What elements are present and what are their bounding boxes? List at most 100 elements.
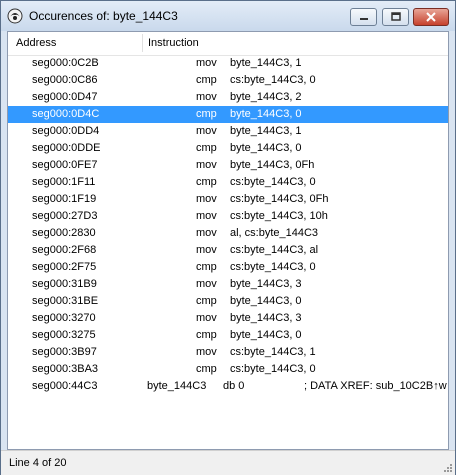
mnemonic-cell: cmp [196, 261, 217, 273]
resize-grip-icon[interactable] [443, 463, 453, 473]
operand-cell: byte_144C3, 0 [230, 295, 302, 307]
operand-cell: byte_144C3, 3 [230, 312, 302, 324]
list-row[interactable]: seg000:3270 mov byte_144C3, 3 [8, 310, 448, 327]
address-cell: seg000:1F11 [32, 176, 96, 188]
mnemonic-cell: cmp [196, 142, 217, 154]
list-row[interactable]: seg000:1F11 cmp cs:byte_144C3, 0 [8, 174, 448, 191]
address-cell: seg000:0C86 [32, 74, 98, 86]
list-row[interactable]: seg000:0DDE cmp byte_144C3, 0 [8, 140, 448, 157]
list-row[interactable]: seg000:31B9 mov byte_144C3, 3 [8, 276, 448, 293]
address-cell: seg000:0C2B [32, 57, 99, 69]
close-icon [426, 12, 436, 22]
list-row[interactable]: seg000:0D4C cmp byte_144C3, 0 [8, 106, 448, 123]
list-row[interactable]: seg000:2830 mov al, cs:byte_144C3 [8, 225, 448, 242]
mnemonic-cell: cmp [196, 329, 217, 341]
list-row[interactable]: seg000:2F75 cmp cs:byte_144C3, 0 [8, 259, 448, 276]
address-cell: seg000:0FE7 [32, 159, 98, 171]
minimize-icon [359, 18, 368, 20]
list-row[interactable]: seg000:0FE7 mov byte_144C3, 0Fh [8, 157, 448, 174]
list-row[interactable]: seg000:0C2B mov byte_144C3, 1 [8, 55, 448, 72]
mnemonic-cell: cmp [196, 74, 217, 86]
operand-cell: cs:byte_144C3, 0 [230, 363, 316, 375]
status-text: Line 4 of 20 [9, 457, 67, 469]
maximize-icon [390, 12, 401, 21]
ida-app-icon [7, 8, 23, 24]
operand-cell: byte_144C3, 1 [230, 57, 302, 69]
operand-cell: cs:byte_144C3, 0 [230, 261, 316, 273]
operand-cell: byte_144C3, 2 [230, 91, 302, 103]
address-cell: seg000:3275 [32, 329, 96, 341]
address-cell: seg000:0DD4 [32, 125, 100, 137]
occurrences-window: Occurences of: byte_144C3 Address Instru… [0, 0, 456, 475]
occurrences-list[interactable]: Address Instruction seg000:0C2B mov byte_1… [7, 31, 449, 450]
mnemonic-cell: mov [196, 346, 217, 358]
address-cell: seg000:0D4C [32, 108, 100, 120]
operand-cell: al, cs:byte_144C3 [230, 227, 319, 239]
column-header-instruction[interactable]: Instruction [148, 37, 199, 49]
list-row[interactable]: seg000:3B97 mov cs:byte_144C3, 1 [8, 344, 448, 361]
address-cell: seg000:1F19 [32, 193, 97, 205]
operand-cell: cs:byte_144C3, al [230, 244, 319, 256]
mnemonic-cell: mov [196, 159, 217, 171]
operand-cell: byte_144C3, 0 [230, 108, 302, 120]
operand-cell: cs:byte_144C3, 10h [230, 210, 328, 222]
address-cell: seg000:3BA3 [32, 363, 99, 375]
list-row[interactable]: seg000:0DD4 mov byte_144C3, 1 [8, 123, 448, 140]
operand-cell: byte_144C3, 0 [230, 329, 302, 341]
mnemonic-cell: mov [196, 227, 217, 239]
operand-cell: cs:byte_144C3, 1 [230, 346, 316, 358]
mnemonic-cell: cmp [196, 295, 217, 307]
address-cell: seg000:2F68 [32, 244, 97, 256]
minimize-button[interactable] [350, 8, 377, 26]
comment-cell: ; DATA XREF: sub_10C2B↑w [304, 380, 447, 392]
list-row[interactable]: seg000:3BA3 cmp cs:byte_144C3, 0 [8, 361, 448, 378]
list-row[interactable]: seg000:0D47 mov byte_144C3, 2 [8, 89, 448, 106]
mnemonic-cell: mov [196, 312, 217, 324]
maximize-button[interactable] [382, 8, 409, 26]
list-row[interactable]: seg000:3275 cmp byte_144C3, 0 [8, 327, 448, 344]
column-separator[interactable] [142, 34, 143, 52]
mnemonic-cell: mov [196, 125, 217, 137]
address-cell: seg000:44C3 [32, 380, 98, 392]
address-cell: seg000:31BE [32, 295, 99, 307]
mnemonic-cell: cmp [196, 108, 217, 120]
list-row[interactable]: seg000:27D3 mov cs:byte_144C3, 10h [8, 208, 448, 225]
operand-cell: byte_144C3, 1 [230, 125, 302, 137]
column-header-address[interactable]: Address [16, 37, 56, 49]
mnemonic-cell: cmp [196, 363, 217, 375]
address-cell: seg000:0DDE [32, 142, 101, 154]
mnemonic-cell: mov [196, 210, 217, 222]
operand-cell: byte_144C3, 0Fh [230, 159, 315, 171]
window-title: Occurences of: byte_144C3 [29, 9, 178, 23]
address-cell: seg000:3B97 [32, 346, 97, 358]
title-bar[interactable]: Occurences of: byte_144C3 [1, 1, 455, 31]
address-cell: seg000:27D3 [32, 210, 98, 222]
mnemonic-cell: mov [196, 278, 217, 290]
address-cell: seg000:0D47 [32, 91, 98, 103]
operand-cell: cs:byte_144C3, 0 [230, 74, 316, 86]
status-bar: Line 4 of 20 [1, 450, 455, 475]
address-cell: seg000:31B9 [32, 278, 97, 290]
mnemonic-cell: mov [196, 57, 217, 69]
operand-cell: byte_144C3, 3 [230, 278, 302, 290]
close-button[interactable] [413, 8, 449, 26]
list-header: Address Instruction [8, 32, 448, 56]
address-cell: seg000:2830 [32, 227, 96, 239]
list-rows: seg000:0C2B mov byte_144C3, 1 seg000:0C86 cm… [8, 55, 448, 395]
list-row[interactable]: seg000:2F68 mov cs:byte_144C3, al [8, 242, 448, 259]
list-row[interactable]: seg000:0C86 cmp cs:byte_144C3, 0 [8, 72, 448, 89]
list-row[interactable]: seg000:31BE cmp byte_144C3, 0 [8, 293, 448, 310]
list-row[interactable]: seg000:1F19 mov cs:byte_144C3, 0Fh [8, 191, 448, 208]
operand-cell: cs:byte_144C3, 0 [230, 176, 316, 188]
mnemonic-cell: mov [196, 193, 217, 205]
list-row[interactable]: seg000:44C3 byte_144C3 db 0 ; DATA XREF: su… [8, 378, 448, 395]
mnemonic-cell: cmp [196, 176, 217, 188]
mnemonic-cell: mov [196, 91, 217, 103]
address-cell: seg000:2F75 [32, 261, 97, 273]
mnemonic-cell: mov [196, 244, 217, 256]
address-cell: seg000:3270 [32, 312, 96, 324]
directive-cell: db 0 [223, 380, 245, 392]
operand-cell: byte_144C3, 0 [230, 142, 302, 154]
operand-cell: cs:byte_144C3, 0Fh [230, 193, 329, 205]
label-cell: byte_144C3 [147, 380, 207, 392]
